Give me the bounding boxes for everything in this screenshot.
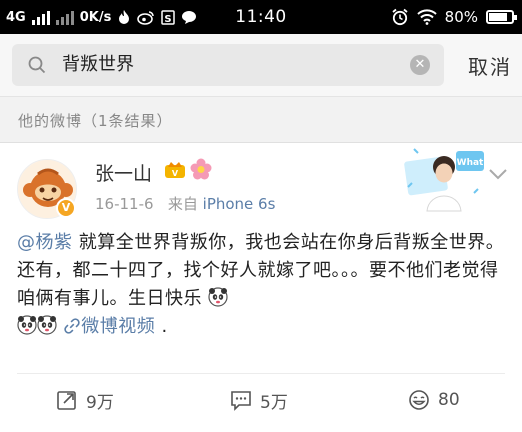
post-body: 就算全世界背叛你，我也会站在你身后背叛全世界。还有，都二十四了，找个好人就嫁了吧… <box>17 232 505 309</box>
post-source: iPhone 6s <box>202 195 276 213</box>
panda-emoji-icon <box>208 287 228 307</box>
source-prefix: 来自 <box>167 195 198 213</box>
post-meta: 16-11-6 来自 iPhone 6s <box>95 193 275 214</box>
like-count: 80 <box>438 390 460 410</box>
post-date: 16-11-6 <box>95 195 154 213</box>
status-right: 80% <box>391 0 517 34</box>
card-divider <box>17 373 505 374</box>
comment-icon <box>231 391 251 411</box>
post-tail: . <box>155 316 168 337</box>
weibo-video-link[interactable]: 微博视频 <box>81 316 155 337</box>
svg-text:What: What <box>457 158 484 168</box>
battery-percent: 80% <box>444 8 478 26</box>
username[interactable]: 张一山 <box>95 159 152 186</box>
post-card[interactable]: V 张一山 V 16-11-6 来自 iPhone 6s What @杨紫 就算… <box>0 142 522 432</box>
flower-icon[interactable] <box>190 158 212 180</box>
cancel-button[interactable]: 取消 <box>468 51 512 80</box>
battery-icon <box>486 10 517 24</box>
comment-button[interactable]: 5万 <box>230 387 288 413</box>
search-bar: 背叛世界 ✕ 取消 <box>0 34 522 96</box>
result-count-label: 他的微博（1条结果） <box>18 112 173 130</box>
alarm-icon <box>392 8 408 26</box>
svg-text:V: V <box>172 169 179 178</box>
link-icon <box>64 318 80 334</box>
verified-badge-icon: V <box>56 198 76 218</box>
post-text: @杨紫 就算全世界背叛你，我也会站在你身后背叛全世界。还有，都二十四了，找个好人… <box>17 229 512 341</box>
panda-emoji-icon <box>17 315 37 335</box>
vip-crown-icon[interactable]: V <box>164 159 186 179</box>
repost-button[interactable]: 9万 <box>56 387 114 413</box>
like-button[interactable]: 80 <box>408 387 460 413</box>
status-bar: 4G 0K/s S 11:40 80% <box>0 0 522 34</box>
mention-link[interactable]: @杨紫 <box>17 232 73 253</box>
chevron-down-icon[interactable] <box>488 167 508 181</box>
search-icon <box>28 56 46 74</box>
battery-fill <box>489 13 507 21</box>
panda-emoji-icon <box>37 315 57 335</box>
decorative-card-icon: What <box>404 148 484 212</box>
comment-count: 5万 <box>260 392 288 413</box>
search-input[interactable]: 背叛世界 <box>62 52 134 78</box>
repost-icon <box>57 391 76 410</box>
repost-count: 9万 <box>86 392 114 413</box>
search-box[interactable]: 背叛世界 ✕ <box>12 44 444 86</box>
wifi-icon <box>416 9 437 25</box>
result-header: 他的微博（1条结果） <box>0 96 522 142</box>
clear-search-icon[interactable]: ✕ <box>410 55 430 75</box>
smile-like-icon <box>409 390 429 410</box>
